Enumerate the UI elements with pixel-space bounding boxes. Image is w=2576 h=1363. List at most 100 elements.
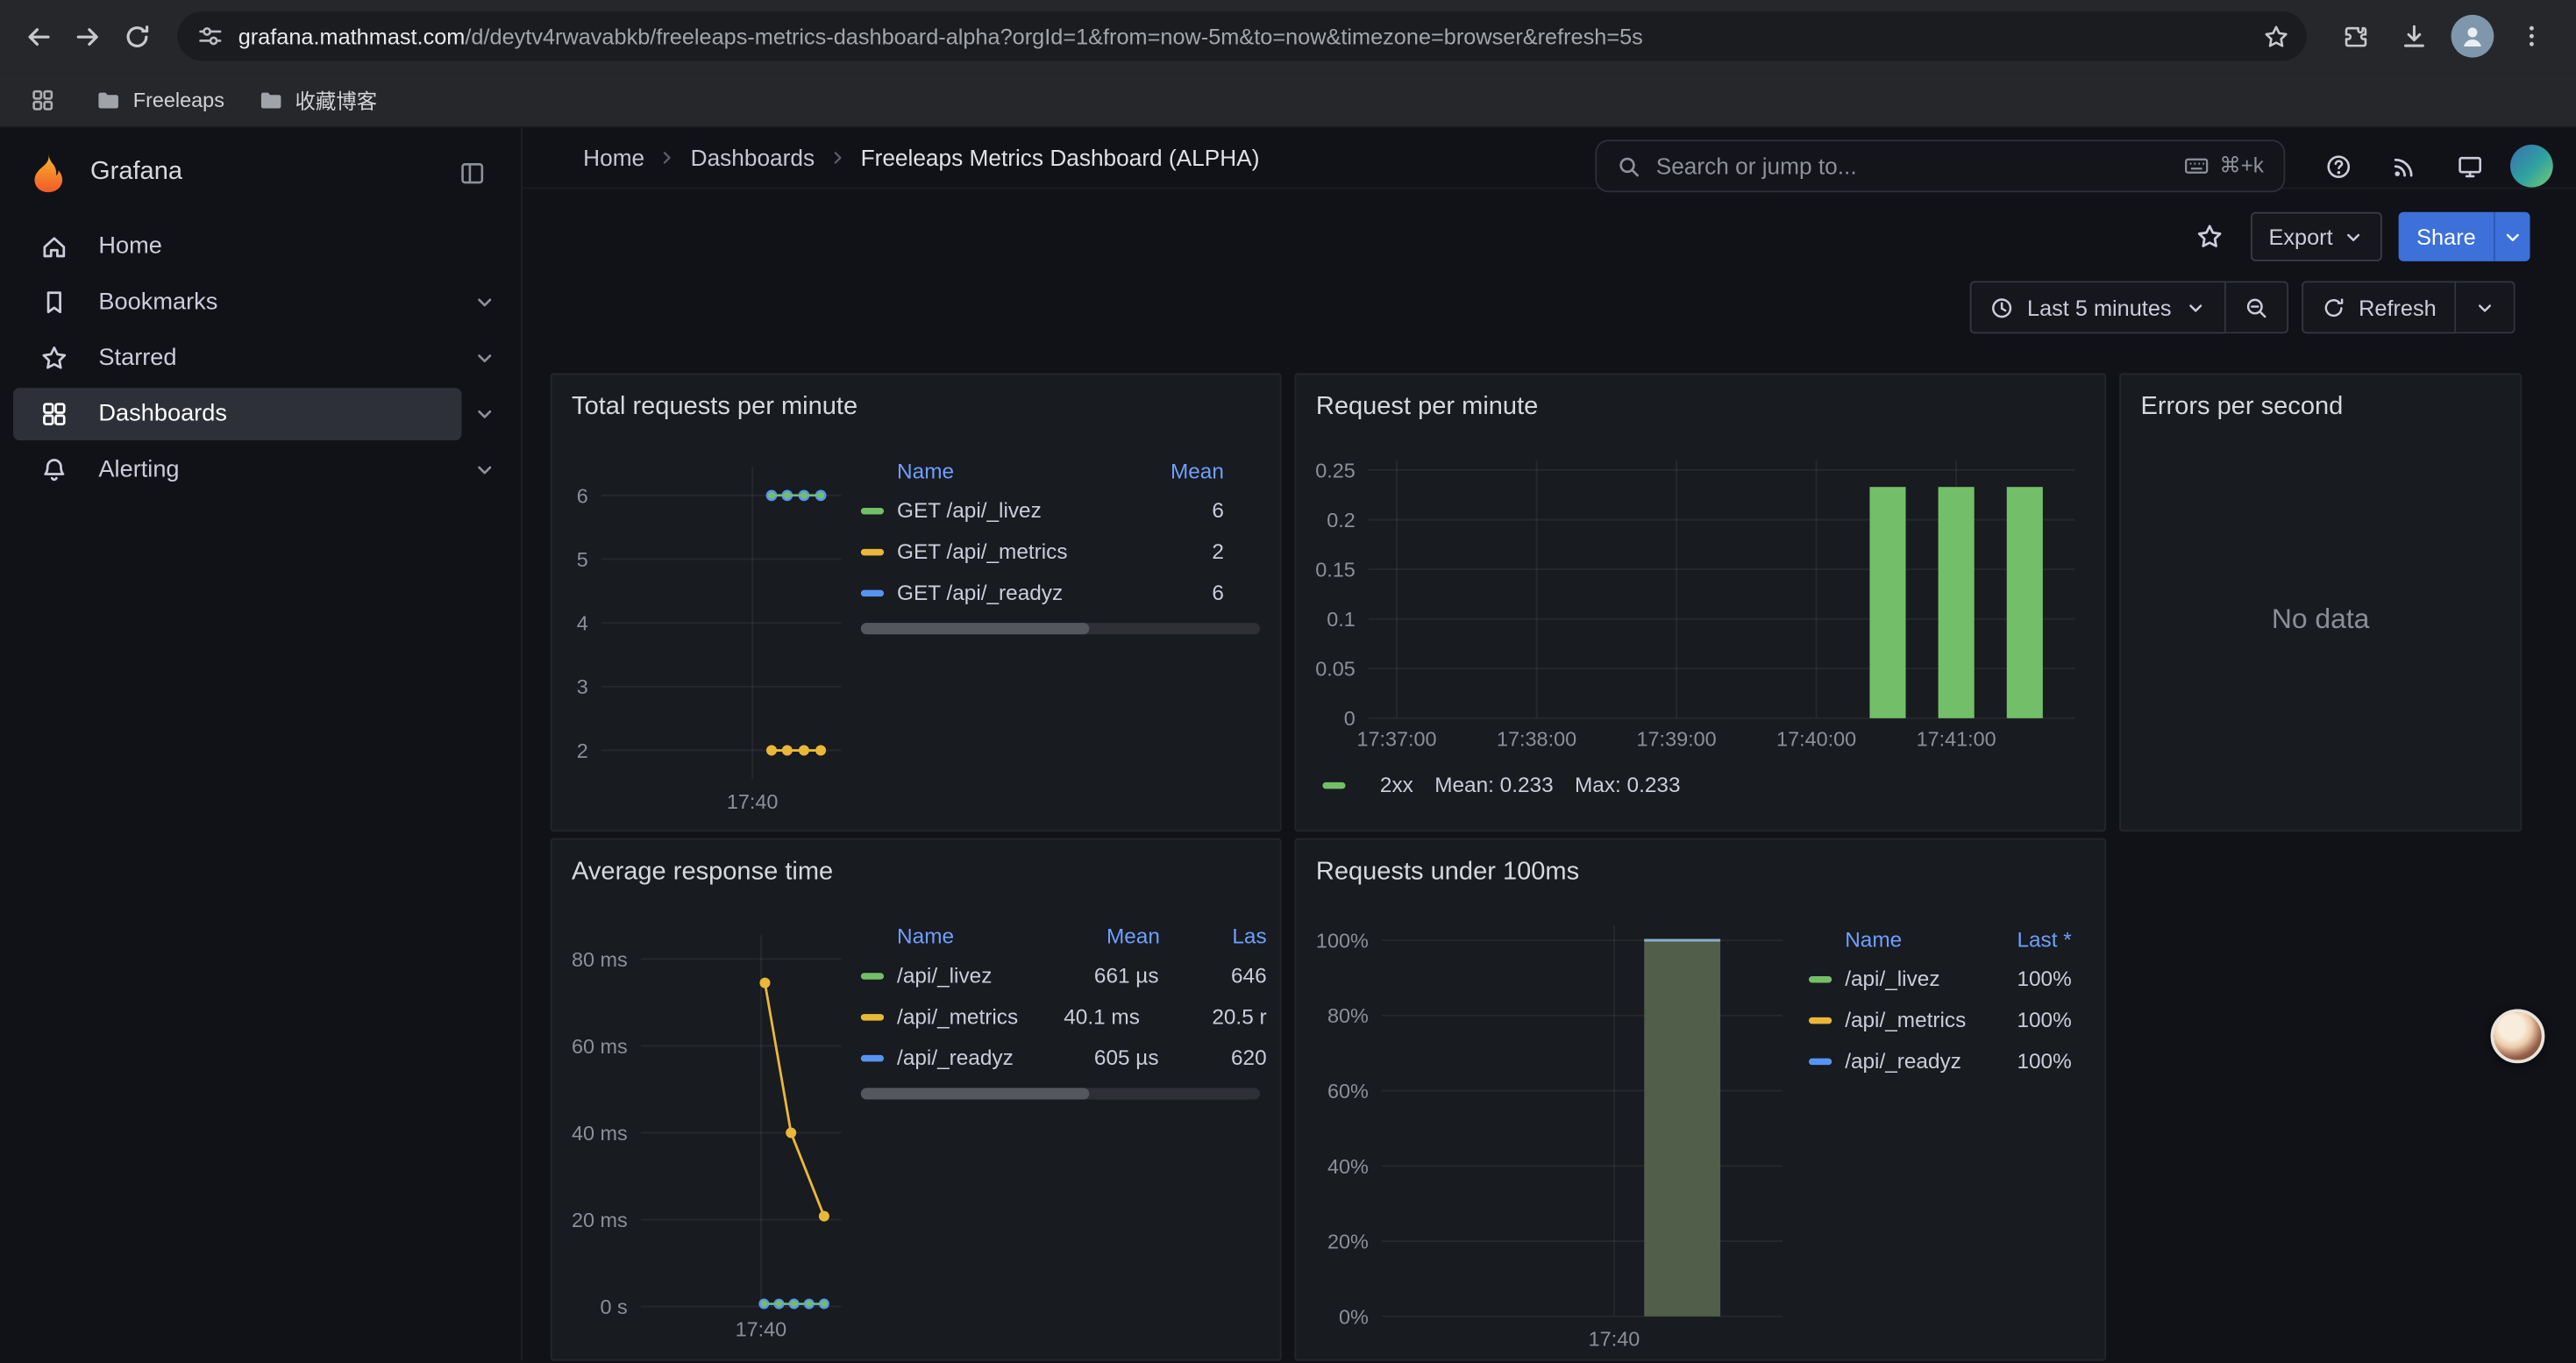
header-icons <box>2313 128 2553 203</box>
request-per-minute-chart[interactable]: 0.250.20.150.10.05017:37:0017:38:0017:39… <box>1309 447 2081 760</box>
browser-profile-button[interactable] <box>2448 11 2497 61</box>
url-bar[interactable]: grafana.mathmast.com/d/deytv4rwavabkb/fr… <box>177 11 2306 61</box>
legend-scrollbar[interactable] <box>861 1088 1260 1099</box>
extensions-button[interactable] <box>2330 11 2379 61</box>
sidebar-expand-bookmarks[interactable] <box>462 280 508 325</box>
svg-text:4: 4 <box>577 612 588 635</box>
legend-col-last[interactable]: Las <box>1160 923 1267 947</box>
refresh-icon <box>2321 295 2345 319</box>
panel-title[interactable]: Requests under 100ms <box>1296 839 2104 898</box>
forward-button[interactable] <box>62 11 111 61</box>
legend-row-metrics[interactable]: /api/_metrics 100% <box>1809 999 2091 1040</box>
chevron-down-icon <box>473 346 496 369</box>
favorite-dashboard-button[interactable] <box>2185 212 2234 261</box>
browser-actions <box>2330 11 2563 61</box>
legend-scrollbar[interactable] <box>861 623 1260 634</box>
grafana-logo[interactable] <box>26 150 71 195</box>
time-range-picker[interactable]: Last 5 minutes <box>1969 281 2225 333</box>
legend-scrollbar-thumb[interactable] <box>861 623 1089 634</box>
legend-row-metrics[interactable]: /api/_metrics 40.1 ms 20.5 r <box>861 995 1267 1037</box>
average-response-time-chart[interactable]: 80 ms60 ms40 ms20 ms0 s17:40 <box>566 912 848 1349</box>
legend-row-readyz[interactable]: /api/_readyz 100% <box>1809 1040 2091 1081</box>
home-icon <box>39 232 69 261</box>
panel-title[interactable]: Request per minute <box>1296 375 2104 433</box>
bookmark-label: Freeleaps <box>133 88 224 111</box>
series-swatch <box>861 1013 884 1019</box>
panel-title[interactable]: Errors per second <box>2121 375 2520 433</box>
svg-text:0.1: 0.1 <box>1327 608 1356 631</box>
requests-under-100ms-chart[interactable]: 100%80%60%40%20%0%17:40 <box>1309 912 1789 1359</box>
site-info-icon[interactable] <box>197 23 224 49</box>
total-requests-chart[interactable]: 6543217:40 <box>566 447 848 822</box>
share-split-button: Share <box>2399 212 2530 261</box>
panel-title[interactable]: Total requests per minute <box>552 375 1280 433</box>
legend-row-livez[interactable]: /api/_livez 100% <box>1809 958 2091 999</box>
sidebar-row-bookmarks: Bookmarks <box>13 276 508 329</box>
legend-row-livez[interactable]: GET /api/_livez 6 <box>861 489 1267 531</box>
empty-grid-cell <box>2119 838 2522 1361</box>
sidebar-expand-dashboards[interactable] <box>462 391 508 437</box>
extensions-icon <box>2340 22 2368 50</box>
legend-col-name[interactable]: Name <box>1845 926 2017 951</box>
sidebar-item-label: Bookmarks <box>98 289 217 316</box>
search-input[interactable] <box>1656 153 2168 179</box>
sidebar-item-starred[interactable]: Starred <box>13 332 462 384</box>
news-button[interactable] <box>2379 141 2428 190</box>
sidebar-expand-alerting[interactable] <box>462 447 508 493</box>
chevron-down-icon <box>2185 296 2206 318</box>
sidebar-item-bookmarks[interactable]: Bookmarks <box>13 276 462 329</box>
apps-grid-button[interactable] <box>23 80 62 119</box>
dock-menu-button[interactable] <box>449 150 495 196</box>
panel-title[interactable]: Average response time <box>552 839 1280 898</box>
dashboards-icon <box>39 399 69 429</box>
kiosk-mode-button[interactable] <box>2444 141 2494 190</box>
refresh-button[interactable]: Refresh <box>2302 281 2457 333</box>
main-area: Home Dashboards Freeleaps Metrics Dashbo… <box>523 128 2576 1360</box>
url-text[interactable]: grafana.mathmast.com/d/deytv4rwavabkb/fr… <box>238 24 2248 48</box>
svg-text:0 s: 0 s <box>601 1295 628 1318</box>
legend-row-livez[interactable]: /api/_livez 661 µs 646 <box>861 955 1267 996</box>
legend-col-name[interactable]: Name <box>897 923 1050 947</box>
search-box[interactable]: ⌘+k <box>1595 139 2285 192</box>
help-button[interactable] <box>2313 141 2362 190</box>
forward-icon <box>73 22 101 50</box>
bookmark-item-blogs[interactable]: 收藏博客 <box>257 84 377 116</box>
sidebar-header: Grafana <box>13 135 508 211</box>
breadcrumb-dashboards[interactable]: Dashboards <box>691 145 815 171</box>
svg-text:60 ms: 60 ms <box>572 1035 628 1058</box>
grafana-app: Grafana Home Bookmarks <box>0 128 2576 1360</box>
legend-col-last[interactable]: Last * <box>2017 926 2091 951</box>
breadcrumb-home[interactable]: Home <box>583 145 644 171</box>
bookmark-item-freeleaps[interactable]: Freeleaps <box>96 86 224 112</box>
export-button[interactable]: Export <box>2251 212 2382 261</box>
zoom-out-button[interactable] <box>2225 281 2288 333</box>
sidebar-item-alerting[interactable]: Alerting <box>13 444 462 496</box>
legend-col-name[interactable]: Name <box>897 458 1171 482</box>
legend-col-mean[interactable]: Mean <box>1171 458 1267 482</box>
legend-scrollbar-thumb[interactable] <box>861 1088 1089 1099</box>
download-button[interactable] <box>2388 11 2437 61</box>
svg-text:0: 0 <box>1344 707 1356 730</box>
clock-icon <box>1989 295 2014 319</box>
legend-row-metrics[interactable]: GET /api/_metrics 2 <box>861 531 1267 572</box>
floating-assistant-avatar[interactable] <box>2491 1009 2545 1063</box>
chevron-down-icon <box>2474 296 2495 318</box>
chevron-right-icon <box>658 148 677 168</box>
bookmark-star-icon[interactable] <box>2262 22 2290 50</box>
browser-menu-button[interactable] <box>2507 11 2556 61</box>
reload-button[interactable] <box>111 11 160 61</box>
svg-text:20 ms: 20 ms <box>572 1209 628 1231</box>
sidebar-expand-starred[interactable] <box>462 335 508 381</box>
legend-col-mean[interactable]: Mean <box>1050 923 1160 947</box>
sidebar-item-dashboards[interactable]: Dashboards <box>13 388 462 440</box>
legend-row-readyz[interactable]: GET /api/_readyz 6 <box>861 572 1267 613</box>
back-button[interactable] <box>13 11 62 61</box>
sidebar-item-home[interactable]: Home <box>13 220 508 273</box>
legend-2xx[interactable]: 2xx Mean: 0.233 Max: 0.233 <box>1322 773 2091 797</box>
user-avatar[interactable] <box>2510 145 2553 188</box>
legend-row-readyz[interactable]: /api/_readyz 605 µs 620 <box>861 1037 1267 1078</box>
refresh-interval-button[interactable] <box>2456 281 2515 333</box>
download-icon <box>2400 22 2428 50</box>
share-menu-button[interactable] <box>2494 212 2530 261</box>
share-button[interactable]: Share <box>2399 212 2494 261</box>
